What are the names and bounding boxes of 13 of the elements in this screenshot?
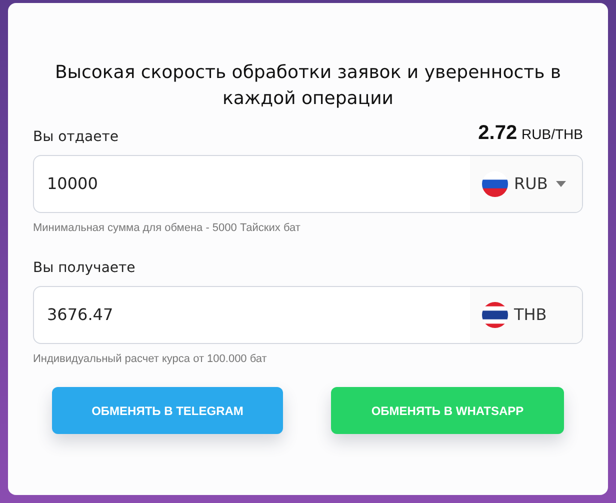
hint-text: Минимальная сумма для обмена - 5000 Тайских бат <box>33 221 302 236</box>
heading: Высокая скорость обработки заявок и уверенность в каждой операции <box>54 61 562 111</box>
caret-icon <box>556 181 566 187</box>
amount-field[interactable]: 10000 RUB <box>33 155 583 213</box>
flag-icon <box>482 171 508 197</box>
amount-field[interactable]: 3676.47 THB <box>33 286 583 344</box>
flag-icon <box>482 302 508 328</box>
field-label: Вы получаете <box>33 258 136 278</box>
currency-select[interactable]: RUB <box>470 156 582 212</box>
exchange-rate: 2.72 RUB/THB <box>478 121 583 146</box>
field-label: Вы отдаете <box>33 128 118 147</box>
currency-select: THB <box>470 286 582 342</box>
hint-text: Индивидуальный расчет курса от 100.000 бат <box>33 352 268 366</box>
